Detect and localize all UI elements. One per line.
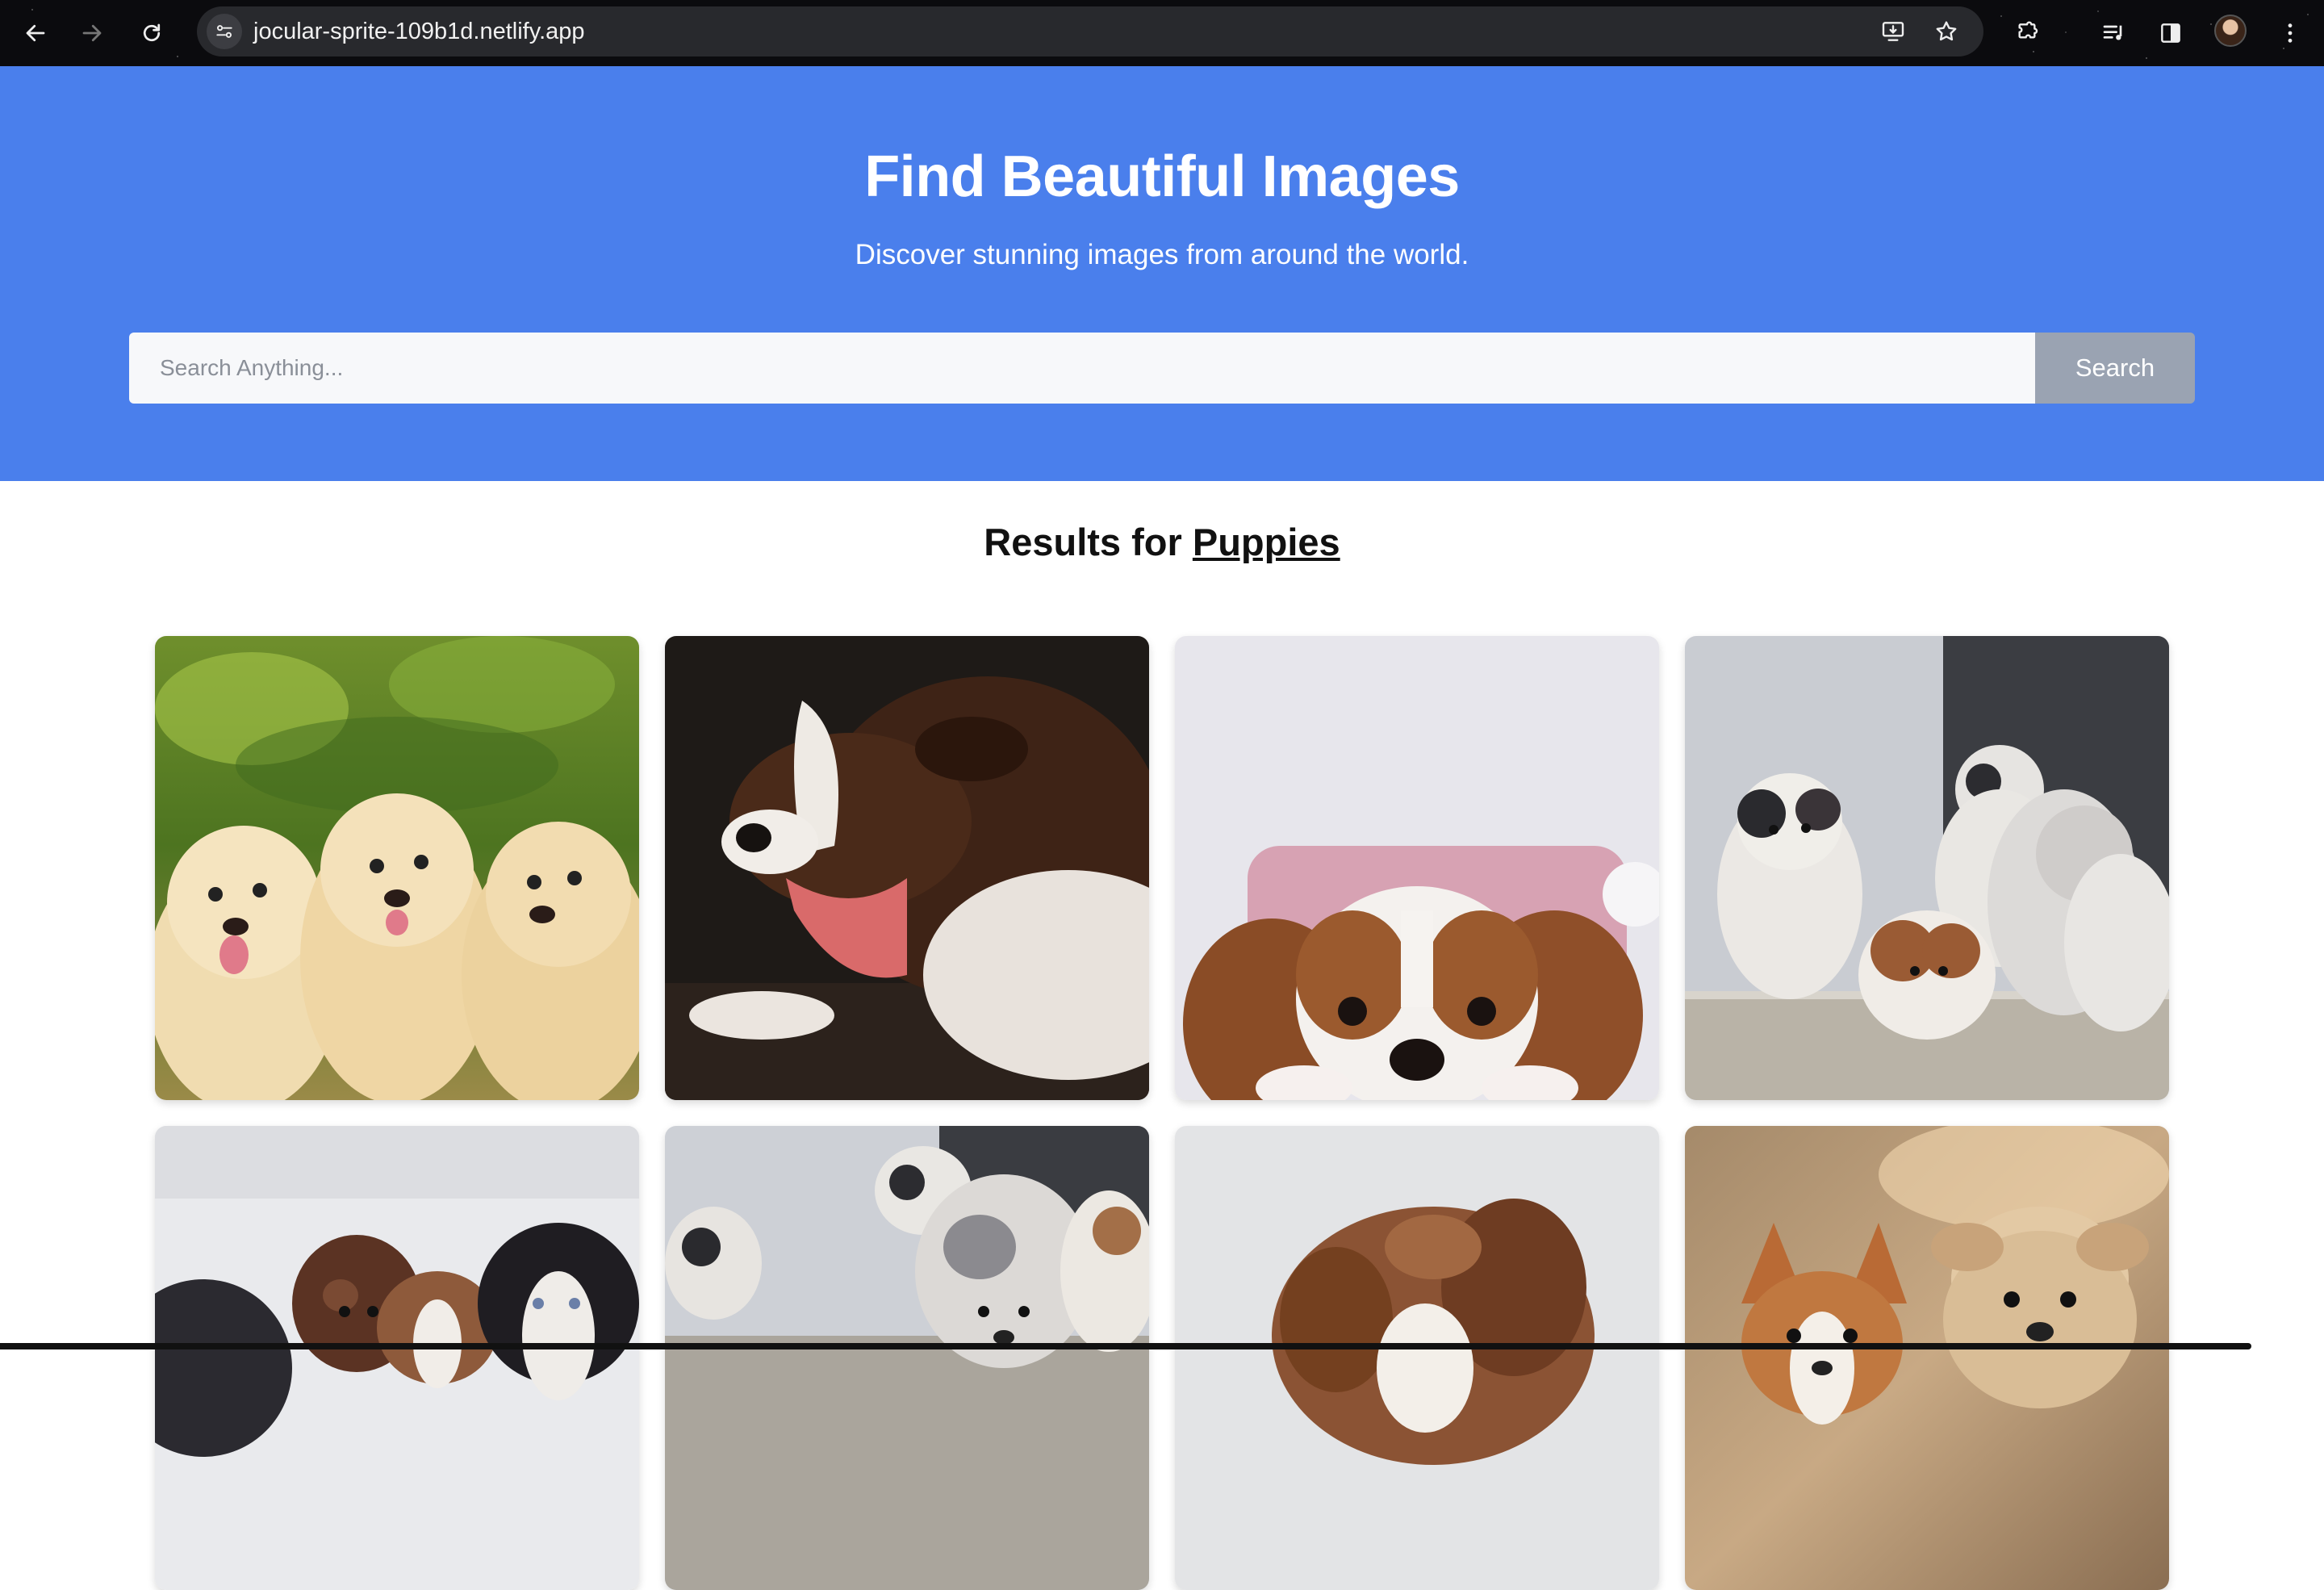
puppy-image <box>155 1126 639 1590</box>
image-grid <box>155 636 2169 1590</box>
puppy-image <box>1685 636 2169 1100</box>
puppy-image <box>155 636 639 1100</box>
image-card[interactable] <box>1175 1126 1659 1590</box>
puppy-image <box>1175 636 1659 1100</box>
results-query-link[interactable]: Puppies <box>1193 521 1340 563</box>
image-card[interactable] <box>1685 1126 2169 1590</box>
extensions-icon[interactable] <box>2008 14 2046 52</box>
forward-arrow-icon[interactable] <box>73 14 111 52</box>
site-settings-icon[interactable] <box>207 14 242 49</box>
image-card[interactable] <box>1175 636 1659 1100</box>
address-bar[interactable]: jocular-sprite-109b1d.netlify.app <box>197 6 1983 56</box>
puppy-image <box>665 636 1149 1100</box>
page-subtitle: Discover stunning images from around the… <box>855 239 1469 270</box>
reload-icon[interactable] <box>132 14 171 52</box>
search-form: Search <box>129 333 2195 404</box>
results-prefix: Results for <box>984 521 1182 563</box>
bookmark-star-icon[interactable] <box>1929 14 1964 49</box>
side-panel-icon[interactable] <box>2151 14 2190 52</box>
puppy-image <box>1685 1126 2169 1590</box>
puppy-image <box>1175 1126 1659 1590</box>
media-controls-icon[interactable] <box>2095 14 2134 52</box>
image-card[interactable] <box>1685 636 2169 1100</box>
puppy-image <box>665 1126 1149 1590</box>
browser-toolbar: jocular-sprite-109b1d.netlify.app <box>0 0 2324 66</box>
search-input[interactable] <box>129 333 2035 404</box>
horizontal-scrollbar[interactable] <box>0 1343 2251 1349</box>
image-card[interactable] <box>665 636 1149 1100</box>
url-text[interactable]: jocular-sprite-109b1d.netlify.app <box>253 6 585 56</box>
install-app-icon[interactable] <box>1875 14 1911 49</box>
page-title: Find Beautiful Images <box>864 144 1460 209</box>
hero-banner: Find Beautiful Images Discover stunning … <box>0 66 2324 481</box>
more-menu-icon[interactable] <box>2271 14 2309 52</box>
profile-avatar[interactable] <box>2214 15 2247 47</box>
image-card[interactable] <box>155 1126 639 1590</box>
search-button[interactable]: Search <box>2035 333 2195 404</box>
back-arrow-icon[interactable] <box>16 14 55 52</box>
image-card[interactable] <box>665 1126 1149 1590</box>
results-heading: Results for Puppies <box>0 520 2324 564</box>
image-card[interactable] <box>155 636 639 1100</box>
